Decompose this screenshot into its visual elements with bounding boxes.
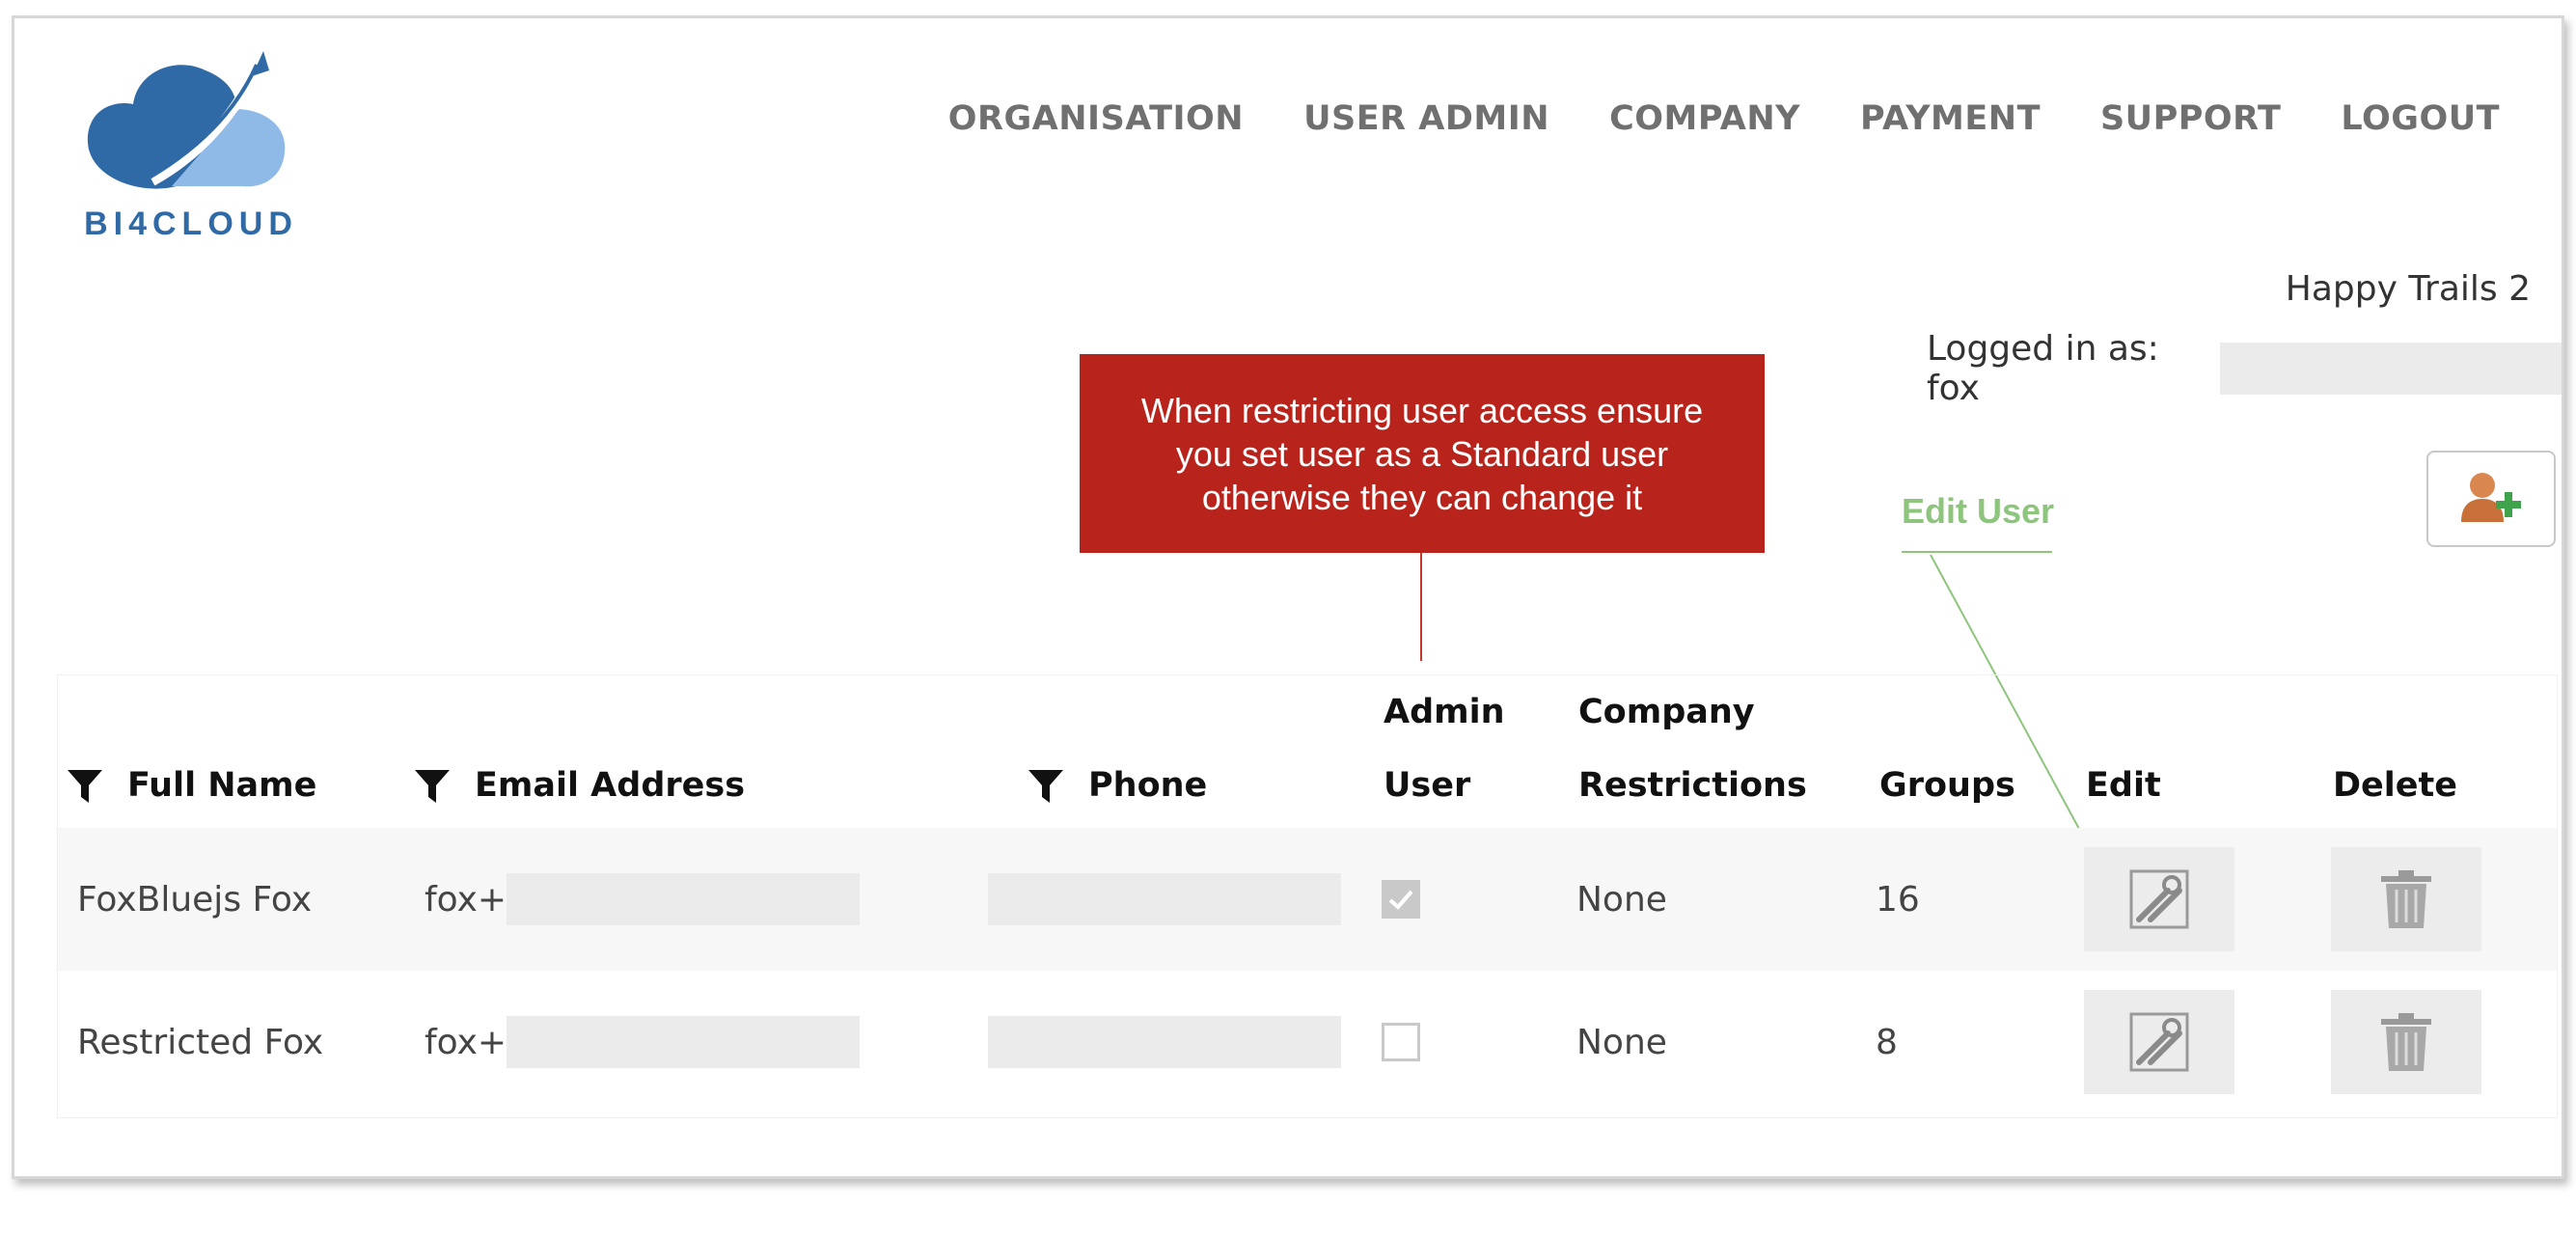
header-groups: Groups	[1879, 766, 2015, 805]
add-user-icon	[2461, 473, 2521, 522]
restriction-callout: When restricting user access ensure you …	[1080, 354, 1765, 553]
header-phone[interactable]: Phone	[1028, 749, 1207, 822]
nav-support[interactable]: SUPPORT	[2100, 99, 2281, 138]
admin-checkbox[interactable]	[1382, 1023, 1420, 1061]
header-admin-line2: User	[1384, 766, 1471, 805]
header-company-line1: Company	[1578, 693, 1755, 731]
cell-email: fox+	[425, 828, 861, 971]
cell-groups: 16	[1876, 879, 1920, 920]
cloud-logo-icon	[87, 51, 286, 189]
admin-checkbox[interactable]	[1382, 880, 1420, 919]
redacted-phone	[988, 873, 1341, 925]
logged-in-label: Logged in as: fox	[1927, 329, 2159, 408]
table-row[interactable]: FoxBluejs Fox fox+ None 16	[58, 828, 2557, 971]
add-user-button[interactable]	[2426, 451, 2556, 547]
cell-phone	[988, 971, 1341, 1113]
nav-payment[interactable]: PAYMENT	[1860, 99, 2041, 138]
logged-in-info: Logged in as: fox	[1927, 329, 2562, 408]
filter-icon[interactable]	[415, 770, 450, 803]
header-company-line2: Restrictions	[1578, 766, 1807, 805]
header-delete: Delete	[2333, 766, 2457, 805]
cell-edit	[2084, 828, 2234, 971]
cell-restrictions: None	[1576, 879, 1667, 920]
cell-phone	[988, 828, 1341, 971]
filter-icon[interactable]	[68, 770, 102, 803]
logo-text: BI4CLOUD	[84, 206, 298, 242]
nav-logout[interactable]: LOGOUT	[2341, 99, 2500, 138]
cell-full-name: FoxBluejs Fox	[77, 879, 313, 920]
edit-user-annotation-underline	[1902, 551, 2052, 553]
cell-restrictions: None	[1576, 1022, 1667, 1062]
trash-icon	[2381, 870, 2431, 928]
filter-icon[interactable]	[1028, 770, 1063, 803]
header-admin-line1: Admin	[1384, 693, 1505, 731]
nav-organisation[interactable]: ORGANISATION	[948, 99, 1244, 138]
redacted-username	[2220, 343, 2562, 395]
cell-groups: 8	[1876, 1022, 1898, 1062]
redacted-email	[507, 1016, 861, 1068]
nav-company[interactable]: COMPANY	[1609, 99, 1800, 138]
header-edit: Edit	[2086, 766, 2161, 805]
delete-user-button[interactable]	[2331, 990, 2481, 1094]
edit-user-button[interactable]	[2084, 847, 2234, 951]
edit-user-annotation: Edit User	[1902, 491, 2055, 531]
delete-user-button[interactable]	[2331, 847, 2481, 951]
cell-delete	[2331, 828, 2481, 971]
wrench-icon	[2129, 869, 2189, 929]
cell-edit	[2084, 971, 2234, 1113]
cell-admin	[1382, 971, 1420, 1113]
table-row[interactable]: Restricted Fox fox+ None 8	[58, 971, 2557, 1113]
edit-user-button[interactable]	[2084, 990, 2234, 1094]
cell-full-name: Restricted Fox	[77, 1022, 324, 1062]
trash-icon	[2381, 1013, 2431, 1071]
cell-delete	[2331, 971, 2481, 1113]
nav-user-admin[interactable]: USER ADMIN	[1303, 99, 1549, 138]
main-nav: ORGANISATION USER ADMIN COMPANY PAYMENT …	[889, 99, 2500, 138]
cell-admin	[1382, 828, 1420, 971]
wrench-icon	[2129, 1012, 2189, 1072]
callout-pointer-line	[1420, 553, 1422, 661]
checkmark-icon	[1388, 890, 1413, 910]
redacted-email	[507, 873, 861, 925]
app-window: BI4CLOUD ORGANISATION USER ADMIN COMPANY…	[12, 15, 2564, 1179]
users-table: Full Name Email Address Phone Admin User…	[57, 674, 2558, 1118]
brand-logo[interactable]: BI4CLOUD	[80, 51, 312, 244]
header-email[interactable]: Email Address	[415, 749, 745, 822]
redacted-phone	[988, 1016, 1341, 1068]
header-full-name[interactable]: Full Name	[68, 749, 316, 822]
company-name: Happy Trails 2	[2285, 269, 2531, 309]
cell-email: fox+	[425, 971, 861, 1113]
